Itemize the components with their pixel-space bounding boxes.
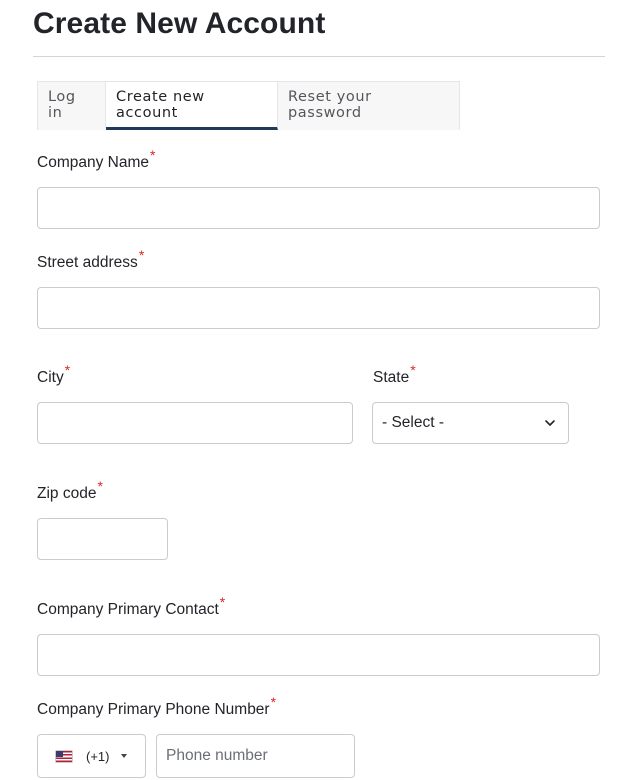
city-label: City* — [37, 362, 70, 388]
city-input[interactable] — [37, 402, 353, 444]
dial-code: (+1) — [86, 748, 110, 764]
tab-reset-password[interactable]: Reset your password — [278, 82, 459, 128]
primary-phone-label-text: Company Primary Phone Number — [37, 701, 270, 718]
state-label: State* — [373, 362, 416, 388]
city-label-text: City — [37, 369, 64, 386]
zip-code-label: Zip code* — [37, 478, 103, 504]
create-account-page: Create New Account Log in Create new acc… — [0, 0, 631, 780]
company-name-input[interactable] — [37, 187, 600, 229]
required-marker: * — [64, 362, 71, 378]
primary-contact-label-text: Company Primary Contact — [37, 601, 219, 618]
tab-create-new-account[interactable]: Create new account — [106, 82, 278, 130]
street-address-label-text: Street address — [37, 254, 138, 271]
required-marker: * — [219, 594, 226, 610]
required-marker: * — [270, 694, 277, 710]
phone-number-input[interactable] — [156, 734, 355, 778]
zip-code-input[interactable] — [37, 518, 168, 560]
required-marker: * — [410, 362, 416, 378]
zip-code-label-text: Zip code — [37, 485, 97, 502]
account-tabs: Log in Create new account Reset your pas… — [37, 81, 460, 130]
required-marker: * — [150, 147, 156, 163]
company-name-label: Company Name* — [37, 147, 155, 173]
street-address-input[interactable] — [37, 287, 600, 329]
title-divider — [33, 56, 605, 57]
us-flag-icon — [56, 750, 72, 762]
required-marker: * — [97, 478, 103, 494]
company-name-label-text: Company Name — [37, 154, 149, 171]
state-select[interactable]: - Select - — [372, 402, 569, 444]
state-label-text: State — [373, 369, 410, 386]
primary-contact-label: Company Primary Contact* — [37, 594, 225, 620]
caret-down-icon — [121, 754, 128, 758]
chevron-down-icon — [545, 420, 555, 426]
street-address-label: Street address* — [37, 247, 144, 273]
primary-contact-input[interactable] — [37, 634, 600, 676]
primary-phone-label: Company Primary Phone Number* — [37, 694, 276, 720]
state-selected-value: - Select - — [382, 414, 445, 431]
country-code-dropdown[interactable]: (+1) — [37, 734, 146, 778]
required-marker: * — [138, 247, 145, 263]
tab-log-in[interactable]: Log in — [38, 82, 106, 128]
page-title: Create New Account — [33, 7, 326, 40]
